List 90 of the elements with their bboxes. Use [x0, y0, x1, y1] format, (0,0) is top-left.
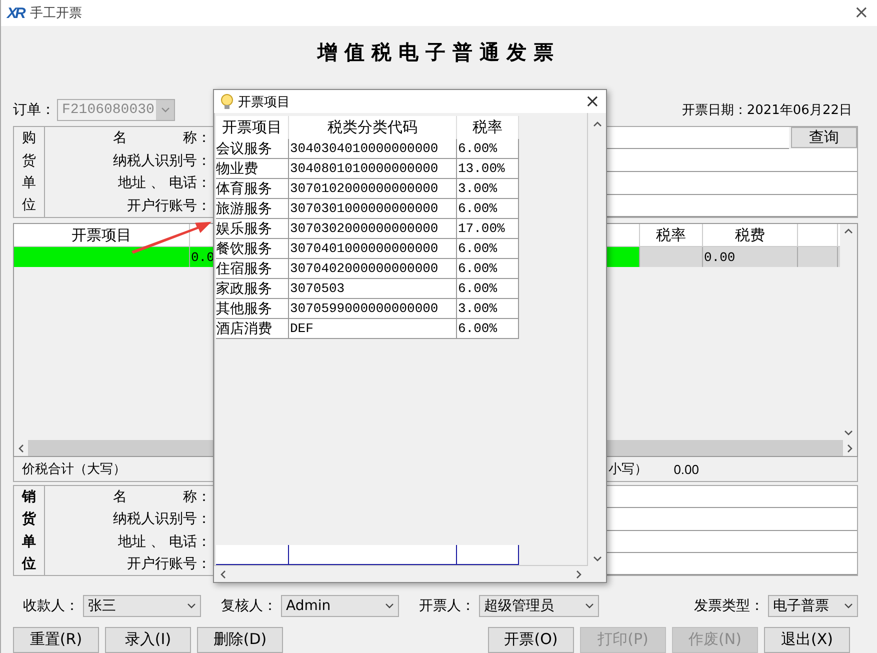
action-button[interactable]: 重置(R): [13, 626, 99, 653]
action-button[interactable]: 录入(I): [105, 626, 191, 653]
close-button[interactable]: ×: [584, 92, 600, 110]
caret-icon: [384, 603, 394, 610]
total-label: 价税合计（大写）: [22, 461, 126, 478]
scroll-left-icon[interactable]: [18, 444, 24, 453]
dropdown[interactable]: 电子普票: [768, 595, 858, 618]
column-header[interactable]: 开票项目: [216, 116, 289, 139]
field-label: 纳税人识别号：: [113, 152, 211, 170]
table-cell[interactable]: DEF: [289, 319, 457, 339]
table-cell[interactable]: 6.00%: [457, 259, 519, 279]
table-cell[interactable]: 餐饮服务: [216, 239, 289, 259]
field-label: 地址 、 电话：: [118, 174, 211, 192]
dropdown[interactable]: 超级管理员: [479, 595, 599, 618]
input-field[interactable]: [457, 545, 519, 565]
field-label: 开户行账号：: [127, 196, 211, 215]
field-label: 复核人：: [221, 597, 277, 616]
column-header[interactable]: 税类分类代码: [289, 116, 457, 139]
table-cell[interactable]: 17.00%: [457, 219, 519, 239]
action-button[interactable]: 退出(X): [764, 626, 850, 653]
dropdown[interactable]: Admin: [281, 595, 399, 618]
action-button[interactable]: 开票(O): [488, 626, 574, 653]
party-label: 购货单位: [22, 129, 36, 216]
invoice-heading: 增 值 税 电 子 普 通 发 票: [316, 39, 554, 66]
action-button: 作废(N): [672, 626, 758, 653]
table-cell[interactable]: 会议服务: [216, 139, 289, 159]
dialog-title: 开票项目: [238, 94, 291, 110]
caret-icon: [160, 106, 170, 113]
input-field[interactable]: [216, 545, 289, 565]
caret-icon: [186, 603, 196, 610]
scroll-down-icon[interactable]: [592, 556, 602, 562]
table-cell[interactable]: 6.00%: [457, 279, 519, 299]
dropdown[interactable]: 张三: [83, 595, 201, 618]
table-cell[interactable]: 3.00%: [457, 179, 519, 199]
table-cell[interactable]: 3040304010000000000: [289, 139, 457, 159]
table-cell: 0.00: [703, 247, 798, 268]
table-cell[interactable]: 3070503: [289, 279, 457, 299]
order-label: 订单：: [13, 100, 55, 119]
scroll-right-icon[interactable]: [847, 444, 853, 453]
table-cell[interactable]: 旅游服务: [216, 199, 289, 219]
field-label: 收款人：: [23, 597, 79, 616]
party-label: 销货单位: [22, 488, 36, 574]
table-cell[interactable]: 其他服务: [216, 299, 289, 319]
table-cell[interactable]: 3070102000000000000: [289, 179, 457, 199]
input-field[interactable]: [289, 545, 457, 565]
table-cell[interactable]: 6.00%: [457, 239, 519, 259]
invoice-date: 开票日期：2021年06月22日: [682, 102, 852, 119]
lightbulb-icon: [220, 94, 234, 110]
table-cell[interactable]: 3070402000000000000: [289, 259, 457, 279]
table-cell[interactable]: 13.00%: [457, 159, 519, 179]
scroll-left-icon[interactable]: [220, 570, 226, 578]
table-cell[interactable]: 住宿服务: [216, 259, 289, 279]
table-cell[interactable]: 家政服务: [216, 279, 289, 299]
field-label: 开票人：: [419, 597, 475, 616]
field-label: 发票类型：: [694, 597, 764, 616]
query-button[interactable]: 查询: [791, 126, 857, 148]
column-header[interactable]: 税率: [457, 116, 519, 139]
field-label: 地址 、 电话：: [118, 532, 211, 551]
field-label: 名 称：: [113, 488, 211, 506]
scroll-down-icon[interactable]: [844, 430, 853, 436]
table-cell[interactable]: 酒店消费: [216, 319, 289, 339]
table-cell[interactable]: 物业费: [216, 159, 289, 179]
field-label: 开户行账号：: [127, 554, 211, 573]
table-cell[interactable]: 6.00%: [457, 199, 519, 219]
close-button[interactable]: ×: [854, 4, 869, 22]
column-header[interactable]: 税费: [703, 224, 798, 246]
table-cell[interactable]: 3070302000000000000: [289, 219, 457, 239]
total-label: 小写）: [608, 461, 648, 478]
caret-icon: [584, 603, 594, 610]
table-cell[interactable]: 娱乐服务: [216, 219, 289, 239]
caret-icon: [844, 603, 852, 610]
scroll-up-icon[interactable]: [592, 121, 602, 127]
column-header[interactable]: 税率: [640, 224, 703, 246]
action-button: 打印(P): [580, 626, 666, 653]
table-cell[interactable]: 体育服务: [216, 179, 289, 199]
field-label: 名 称：: [113, 128, 211, 147]
field-label: 纳税人识别号：: [113, 510, 211, 528]
table-cell[interactable]: 3070599000000000000: [289, 299, 457, 319]
table-cell[interactable]: 6.00%: [457, 319, 519, 339]
action-button[interactable]: 删除(D): [197, 626, 283, 653]
table-cell[interactable]: 3070301000000000000: [289, 199, 457, 219]
table-cell[interactable]: 3040801010000000000: [289, 159, 457, 179]
total-value: 0.00: [674, 462, 699, 477]
table-cell[interactable]: 3.00%: [457, 299, 519, 319]
table-cell[interactable]: 3070401000000000000: [289, 239, 457, 259]
window-title: 手工开票: [30, 5, 83, 22]
table-cell[interactable]: 6.00%: [457, 139, 519, 159]
app-logo: XR: [7, 4, 24, 22]
scroll-right-icon[interactable]: [576, 570, 582, 578]
scroll-up-icon[interactable]: [844, 228, 853, 234]
